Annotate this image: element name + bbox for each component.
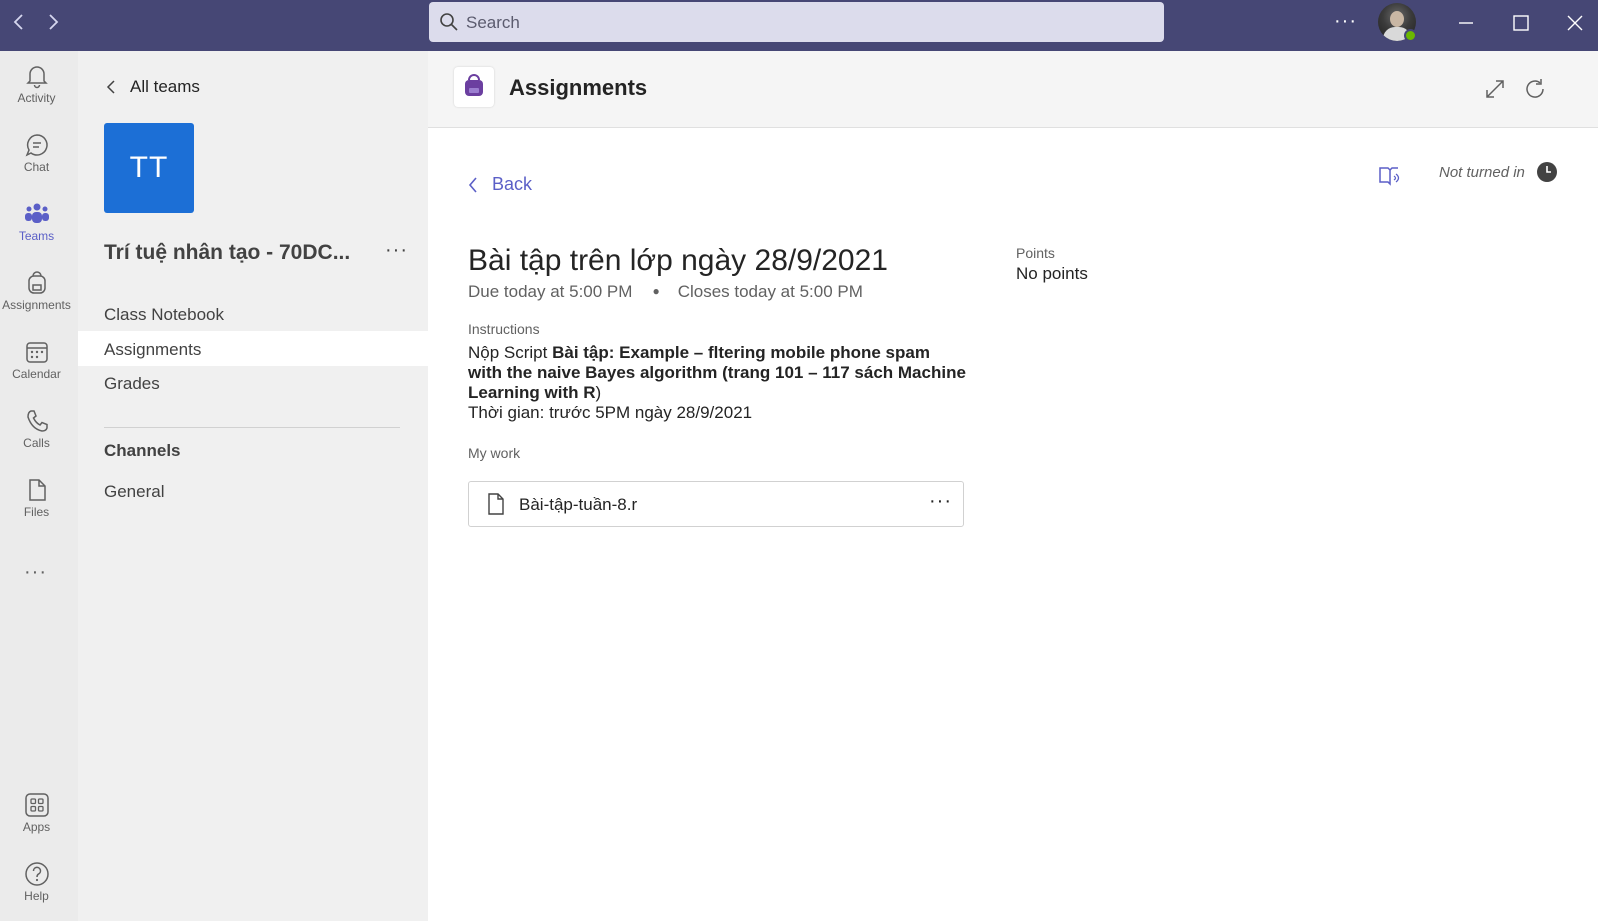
points-label: Points (1016, 245, 1055, 261)
points-value: No points (1016, 264, 1088, 283)
instructions-deadline: Thời gian: trước 5PM ngày 28/9/2021 (468, 403, 753, 422)
rail-item-files[interactable]: Files (0, 467, 73, 533)
maximize-icon[interactable] (1510, 12, 1532, 34)
document-icon (486, 493, 506, 520)
divider (104, 427, 400, 428)
more-apps-icon[interactable]: ··· (24, 561, 47, 584)
all-teams-label: All teams (130, 77, 200, 96)
teams-icon (24, 201, 50, 227)
app-header: Assignments (428, 51, 1598, 128)
rail-label: Activity (17, 91, 56, 105)
attached-file[interactable]: Bài-tập-tuần-8.r ··· (468, 481, 964, 527)
more-options-icon[interactable]: ··· (1334, 10, 1357, 33)
close-date: Closes today at 5:00 PM (677, 282, 863, 301)
assignment-dates: Due today at 5:00 PM ● Closes today at 5:0… (468, 282, 863, 302)
rail-item-activity[interactable]: Activity (0, 53, 73, 119)
instructions-text: Nộp Script Bài tập: Example – fltering m… (468, 343, 968, 423)
assignments-app-icon (454, 67, 494, 107)
assignment-detail: Back Not turned in Bài tập trên lớp ngày… (428, 128, 1598, 921)
channels-heading: Channels (104, 441, 181, 460)
team-name: Trí tuệ nhân tạo - 70DC... (104, 241, 351, 264)
clock-icon (1536, 161, 1558, 183)
pop-out-icon[interactable] (1483, 77, 1507, 101)
refresh-icon[interactable] (1523, 77, 1547, 101)
chevron-left-icon (468, 176, 477, 193)
file-name: Bài-tập-tuần-8.r (519, 495, 638, 514)
close-icon[interactable] (1564, 12, 1586, 34)
rail-label: Help (24, 889, 49, 903)
backpack-icon (24, 270, 50, 296)
file-more-options-icon[interactable]: ··· (929, 490, 952, 513)
help-icon (24, 861, 50, 887)
rail-label: Assignments (2, 298, 71, 312)
back-button[interactable]: Back (468, 174, 532, 195)
all-teams-link[interactable]: All teams (106, 77, 200, 97)
title-bar: Search ··· (0, 0, 1598, 51)
my-work-label: My work (468, 445, 521, 461)
instructions-label: Instructions (468, 321, 540, 337)
separator-dot: ● (652, 284, 660, 298)
apps-icon (24, 792, 50, 818)
team-more-options-icon[interactable]: ··· (385, 239, 408, 262)
back-arrow-icon[interactable] (8, 11, 30, 33)
instructions-prefix: Nộp Script (468, 343, 553, 362)
assignment-title: Bài tập trên lớp ngày 28/9/2021 (468, 244, 888, 277)
rail-label: Calendar (12, 367, 61, 381)
nav-assignments[interactable]: Assignments (104, 340, 201, 360)
team-panel: All teams TT Trí tuệ nhân tạo - 70DC... … (78, 51, 428, 921)
rail-label: Apps (22, 820, 51, 834)
due-date: Due today at 5:00 PM (468, 282, 633, 301)
rail-item-help[interactable]: Help (0, 851, 73, 917)
rail-item-teams[interactable]: Teams (0, 191, 73, 257)
search-placeholder: Search (466, 13, 520, 32)
submission-status: Not turned in (1439, 164, 1525, 181)
rail-item-calls[interactable]: Calls (0, 398, 73, 464)
chat-icon (24, 132, 50, 158)
rail-label: Files (23, 505, 50, 519)
search-icon (439, 12, 459, 37)
team-avatar: TT (104, 123, 194, 213)
rail-item-chat[interactable]: Chat (0, 122, 73, 188)
chevron-left-icon (106, 80, 115, 94)
presence-available-icon (1404, 29, 1417, 42)
rail-item-assignments[interactable]: Assignments (0, 260, 73, 326)
nav-grades[interactable]: Grades (104, 374, 160, 394)
phone-icon (24, 408, 50, 434)
bell-icon (24, 63, 50, 89)
rail-item-calendar[interactable]: Calendar (0, 329, 73, 395)
rail-item-apps[interactable]: Apps (0, 782, 73, 848)
forward-arrow-icon[interactable] (42, 11, 64, 33)
app-rail: Activity Chat Teams Assignments Calendar… (0, 51, 78, 921)
minimize-icon[interactable] (1455, 12, 1477, 34)
app-title: Assignments (509, 75, 648, 100)
immersive-reader-icon[interactable] (1378, 164, 1402, 188)
nav-class-notebook[interactable]: Class Notebook (104, 305, 224, 325)
file-icon (24, 477, 50, 503)
rail-label: Chat (23, 160, 50, 174)
rail-label: Calls (23, 436, 50, 450)
rail-label: Teams (18, 229, 55, 243)
channel-general[interactable]: General (104, 482, 164, 502)
back-label: Back (492, 174, 533, 194)
calendar-icon (24, 339, 50, 365)
instructions-suffix: ) (595, 383, 602, 402)
search-box[interactable]: Search (429, 2, 1164, 42)
